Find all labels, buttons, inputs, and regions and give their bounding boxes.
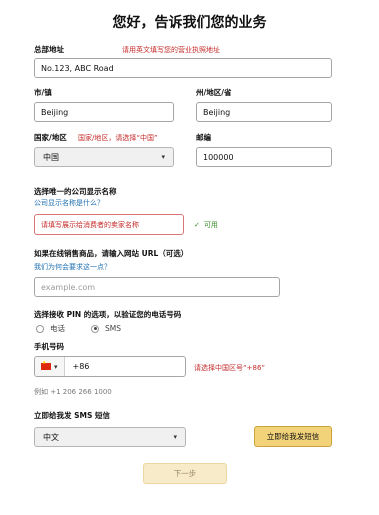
website-label: 如果在线销售商品，请输入网站 URL（可选）	[34, 249, 189, 258]
display-name-input[interactable]: 请填写展示给消费者的卖家名称	[34, 214, 184, 235]
city-label: 市/镇	[34, 88, 52, 97]
sms-language-select[interactable]: 中文 ▾	[34, 427, 186, 447]
country-value: 中国	[43, 152, 59, 162]
state-label: 州/地区/省	[196, 88, 232, 97]
phone-input[interactable]: ▾ +86	[34, 356, 186, 377]
address-input[interactable]: No.123, ABC Road	[34, 58, 332, 78]
display-name-status-text: 可用	[203, 221, 218, 229]
website-help-link[interactable]: 我们为何会要求这一点？	[34, 262, 111, 272]
address-hint: 请用英文填写您的营业执照地址	[122, 46, 220, 54]
display-name-help-link[interactable]: 公司显示名称是什么？	[34, 198, 104, 208]
postal-input[interactable]: 100000	[196, 147, 332, 167]
pin-label: 选择接收 PIN 的选项，以验证您的电话号码	[34, 310, 182, 319]
country-select[interactable]: 中国 ▾	[34, 147, 174, 167]
website-input[interactable]: example.com	[34, 277, 280, 297]
radio-phone-label: 电话	[50, 324, 65, 333]
display-name-label: 选择唯一的公司显示名称	[34, 187, 117, 196]
address-label: 总部地址	[34, 45, 64, 54]
chevron-down-icon: ▾	[173, 433, 177, 441]
display-name-status: ✓ 可用	[194, 220, 218, 230]
phone-example: 例如 +1 206 266 1000	[34, 388, 112, 396]
country-hint: 国家/地区，请选择“中国”	[78, 134, 158, 142]
china-flag-icon	[41, 360, 51, 370]
page-title: 您好，告诉我们您的业务	[112, 15, 267, 31]
postal-label: 邮编	[196, 133, 211, 142]
phone-hint: 请选择中国区号“+86”	[194, 364, 266, 372]
chevron-down-icon: ▾	[161, 153, 165, 161]
pin-options: 电话 SMS	[36, 323, 121, 334]
radio-phone[interactable]	[36, 324, 44, 333]
state-input[interactable]: Beijing	[196, 102, 332, 122]
radio-sms-label: SMS	[105, 324, 121, 333]
sms-label: 立即给我发 SMS 短信	[34, 411, 110, 420]
chevron-down-icon: ▾	[54, 362, 58, 371]
check-icon: ✓	[194, 221, 200, 229]
phone-label: 手机号码	[34, 342, 64, 351]
country-code-picker[interactable]: ▾	[35, 357, 65, 376]
next-button[interactable]: 下一步	[143, 463, 227, 484]
city-input[interactable]: Beijing	[34, 102, 174, 122]
sms-language-value: 中文	[43, 432, 59, 442]
phone-code: +86	[72, 362, 90, 371]
send-sms-button[interactable]: 立即给我发短信	[254, 426, 332, 447]
country-label: 国家/地区	[34, 133, 67, 142]
radio-sms[interactable]	[91, 324, 99, 333]
